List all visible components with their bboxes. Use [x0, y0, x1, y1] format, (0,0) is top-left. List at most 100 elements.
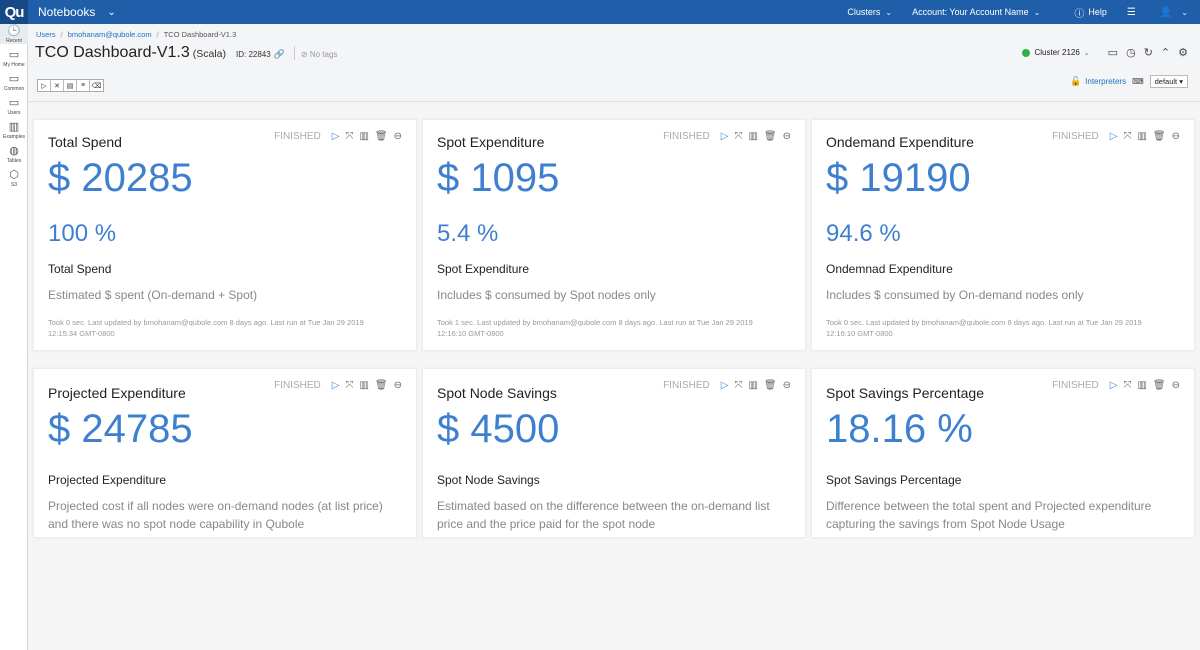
metric-value: $ 1095 [437, 156, 560, 200]
notebooks-menu[interactable]: Notebooks ⌄ [38, 5, 116, 19]
link-icon[interactable]: 🔗 [274, 49, 285, 60]
chevron-up-icon[interactable]: ⌃ [1161, 46, 1170, 59]
rail-item-recent[interactable]: 🕒 Recent [0, 24, 28, 44]
folder-icon: ▭ [8, 97, 20, 109]
clusters-menu[interactable]: Clusters ⌄ [847, 7, 892, 17]
paragraph-card: Spot Savings Percentage FINISHED ▷ ⤧ ▥ 🗑 ⊖ 18… [811, 368, 1195, 538]
play-icon[interactable]: ▷ [332, 380, 340, 391]
metric-label: Spot Expenditure [437, 262, 530, 276]
trash-icon[interactable]: 🗑 [375, 380, 388, 391]
paragraph-card: Spot Node Savings FINISHED ▷ ⤧ ▥ 🗑 ⊖ $ 4500 S… [422, 368, 806, 538]
toggle-output-icon[interactable]: ▤ [64, 80, 77, 91]
trash-icon[interactable]: 🗑 [375, 131, 388, 142]
play-icon[interactable]: ▷ [1110, 131, 1118, 142]
qubole-logo[interactable]: Qu [0, 0, 28, 24]
minus-circle-icon[interactable]: ⊖ [1172, 380, 1180, 391]
metric-description: Includes $ consumed by Spot nodes only [437, 288, 656, 302]
monitor-icon[interactable]: ▭ [1108, 46, 1118, 59]
minus-circle-icon[interactable]: ⊖ [394, 131, 402, 142]
interpreter-select[interactable]: default ▾ [1149, 75, 1188, 88]
book-icon[interactable]: ▥ [359, 380, 368, 391]
metric-value: 18.16 % [826, 407, 973, 451]
book-icon[interactable]: ▥ [1137, 380, 1146, 391]
metric-description: Estimated $ spent (On-demand + Spot) [48, 288, 258, 302]
notebooks-menu-label: Notebooks [38, 5, 96, 19]
notebook-toolbar: ▷ ✕ ▤ ≡ ⌫ [37, 79, 104, 92]
card-title: Total Spend [48, 134, 122, 150]
expand-icon[interactable]: ⤧ [1123, 131, 1131, 142]
gear-icon[interactable]: ⚙ [1178, 46, 1188, 59]
unlock-icon[interactable]: 🔓 [1070, 76, 1081, 87]
notebook-header: Users / bmohanam@qubole.com / TCO Dashboard-… [28, 24, 1200, 102]
folder-icon: ▭ [8, 49, 20, 61]
run-metadata: Took 1 sec. Last updated by bmohanam@qub… [437, 318, 753, 338]
trash-icon[interactable]: 🗑 [1153, 380, 1166, 391]
paragraph-card: Ondemand Expenditure FINISHED ▷ ⤧ ▥ 🗑 ⊖ $ 191… [811, 119, 1195, 351]
keyboard-icon[interactable]: ⌨ [1132, 77, 1144, 86]
user-menu[interactable]: 👤 ⌄ [1160, 7, 1188, 18]
paragraph-card: Spot Expenditure FINISHED ▷ ⤧ ▥ 🗑 ⊖ $ 1095 5.… [422, 119, 806, 351]
expand-icon[interactable]: ⤧ [345, 380, 353, 391]
card-title: Ondemand Expenditure [826, 134, 974, 150]
account-menu[interactable]: Account: Your Account Name ⌄ [912, 7, 1040, 17]
expand-icon[interactable]: ⤧ [345, 131, 353, 142]
chevron-down-icon: ⌄ [107, 6, 116, 18]
status-label: FINISHED [1052, 380, 1099, 391]
list-icon[interactable]: ≡ [77, 80, 90, 91]
eraser-icon[interactable]: ⌫ [90, 80, 103, 91]
minus-circle-icon[interactable]: ⊖ [1172, 131, 1180, 142]
trash-icon[interactable]: 🗑 [764, 131, 777, 142]
status-label: FINISHED [274, 131, 321, 142]
help-button[interactable]: ⓘ Help [1074, 5, 1107, 20]
breadcrumb-users[interactable]: Users [36, 30, 56, 39]
expand-icon[interactable]: ⤧ [734, 131, 742, 142]
metric-percent: 5.4 % [437, 220, 499, 247]
minus-circle-icon[interactable]: ⊖ [783, 380, 791, 391]
user-icon: 👤 [1159, 6, 1173, 18]
metric-description: Includes $ consumed by On-demand nodes o… [826, 288, 1084, 302]
tags-field[interactable]: ⊘ No tags [301, 50, 338, 59]
chevron-down-icon: ⌄ [1181, 7, 1188, 17]
rail-item-examples[interactable]: ▥ Examples [0, 120, 28, 140]
run-metadata: Took 0 sec. Last updated by bmohanam@qub… [826, 318, 1142, 338]
trash-icon[interactable]: 🗑 [764, 380, 777, 391]
clock-icon: 🕒 [7, 25, 21, 37]
left-rail: 🕒 Recent ▭ My Home ▭ Common ▭ Users ▥ Example… [0, 24, 28, 650]
refresh-icon[interactable]: ↻ [1144, 46, 1153, 59]
minus-circle-icon[interactable]: ⊖ [394, 380, 402, 391]
toggle-code-icon[interactable]: ✕ [51, 80, 64, 91]
play-icon[interactable]: ▷ [721, 131, 729, 142]
play-icon[interactable]: ▷ [332, 131, 340, 142]
rail-item-my-home[interactable]: ▭ My Home [0, 48, 28, 68]
cluster-selector[interactable]: Cluster 2126 [1034, 48, 1079, 57]
metric-percent: 100 % [48, 220, 117, 247]
chevron-down-icon[interactable]: ⌄ [1084, 49, 1090, 57]
help-icon: ⓘ [1074, 8, 1085, 20]
book-icon[interactable]: ▥ [748, 131, 757, 142]
rail-item-common[interactable]: ▭ Common [0, 72, 28, 92]
divider [293, 46, 295, 60]
run-all-icon[interactable]: ▷ [38, 80, 51, 91]
metric-description: Projected cost if all nodes were on-dema… [48, 499, 383, 531]
breadcrumb-user[interactable]: bmohanam@qubole.com [68, 30, 152, 39]
book-icon[interactable]: ▥ [748, 380, 757, 391]
expand-icon[interactable]: ⤧ [1123, 380, 1131, 391]
interpreters-link[interactable]: Interpreters [1085, 77, 1126, 86]
card-title: Spot Savings Percentage [826, 385, 984, 401]
folder-icon: ▭ [8, 73, 20, 85]
expand-icon[interactable]: ⤧ [734, 380, 742, 391]
rail-item-users[interactable]: ▭ Users [0, 96, 28, 116]
metric-description: Difference between the total spent and P… [826, 499, 1152, 531]
trash-icon[interactable]: 🗑 [1153, 131, 1166, 142]
book-icon[interactable]: ▥ [359, 131, 368, 142]
book-icon[interactable]: ▥ [1137, 131, 1146, 142]
history-icon[interactable]: ◷ [1126, 46, 1136, 59]
paragraph-card: Total Spend FINISHED ▷ ⤧ ▥ 🗑 ⊖ $ 20285 100 % … [33, 119, 417, 351]
play-icon[interactable]: ▷ [1110, 380, 1118, 391]
minus-circle-icon[interactable]: ⊖ [783, 131, 791, 142]
rail-item-tables[interactable]: ◍ Tables [0, 144, 28, 164]
notifications-button[interactable]: ☰ [1127, 7, 1140, 18]
card-title: Spot Expenditure [437, 134, 545, 150]
rail-item-s3[interactable]: ⬡ S3 [0, 168, 28, 188]
play-icon[interactable]: ▷ [721, 380, 729, 391]
